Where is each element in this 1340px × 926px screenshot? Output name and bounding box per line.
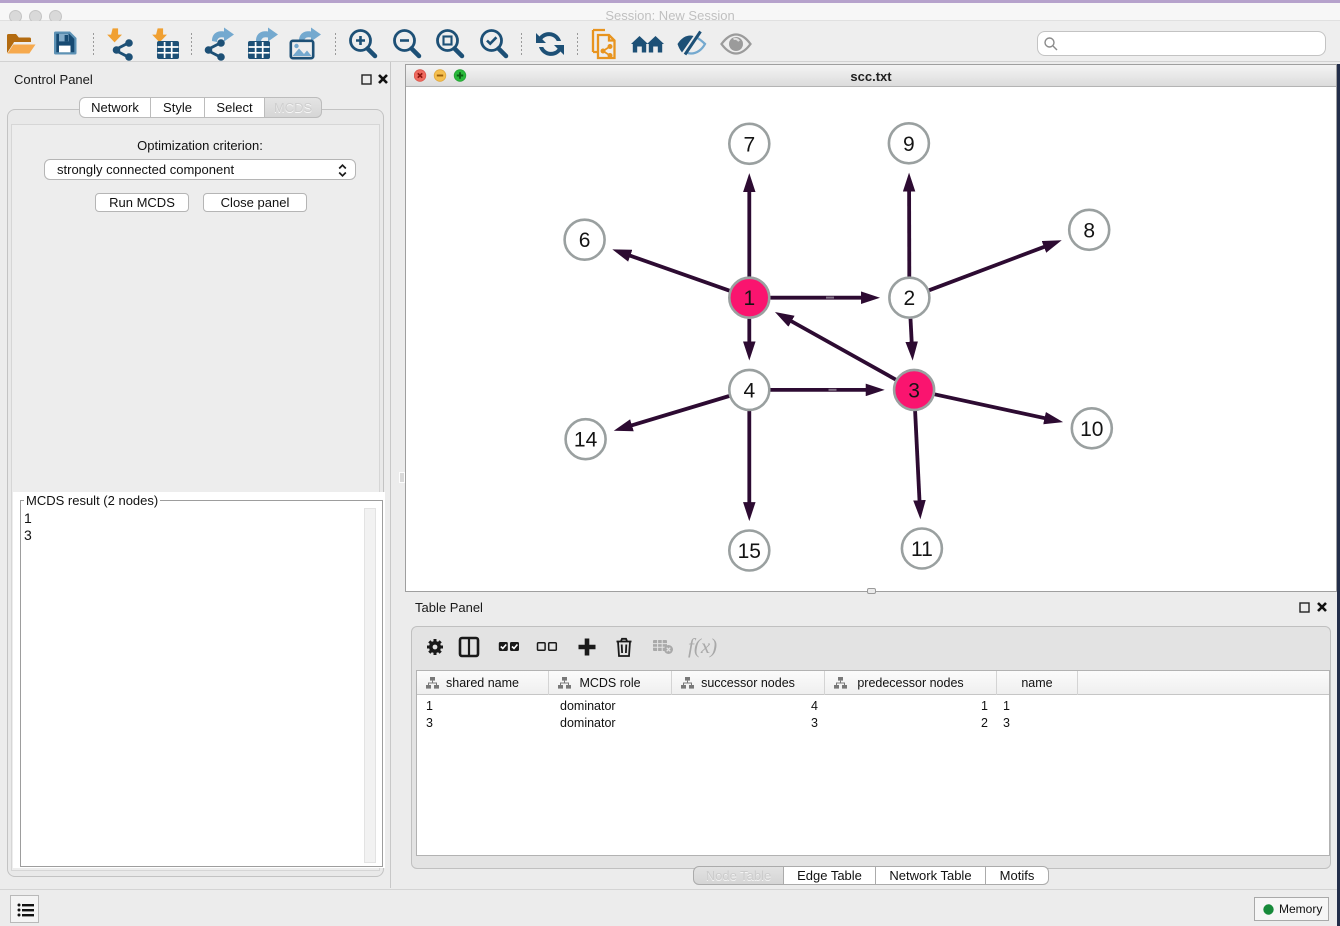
svg-text:9: 9 xyxy=(903,133,915,156)
svg-text:11: 11 xyxy=(911,538,933,561)
svg-text:7: 7 xyxy=(743,133,755,156)
svg-text:10: 10 xyxy=(1080,418,1103,441)
svg-text:8: 8 xyxy=(1083,219,1095,242)
svg-text:14: 14 xyxy=(574,429,598,452)
svg-text:1: 1 xyxy=(743,287,755,310)
svg-text:3: 3 xyxy=(908,379,920,402)
svg-text:6: 6 xyxy=(579,229,591,252)
svg-text:2: 2 xyxy=(904,287,916,310)
svg-text:15: 15 xyxy=(738,540,761,563)
svg-text:4: 4 xyxy=(743,379,755,402)
